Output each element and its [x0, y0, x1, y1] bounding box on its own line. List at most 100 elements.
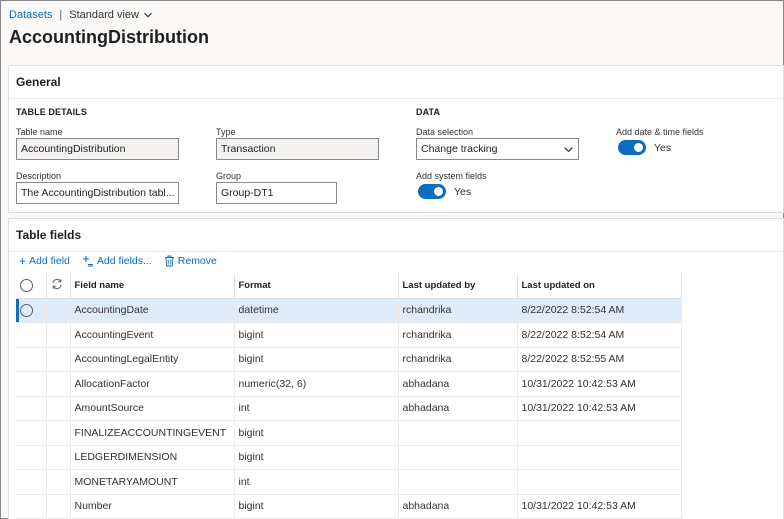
- last-updated-on-cell[interactable]: 8/22/2022 8:52:55 AM: [517, 347, 682, 372]
- row-select-cell[interactable]: [16, 298, 47, 323]
- last-updated-by-cell[interactable]: abhadana: [398, 371, 518, 397]
- table-details-heading: TABLE DETAILS: [16, 107, 87, 117]
- last-updated-by-cell[interactable]: rchandrika: [398, 298, 518, 323]
- view-selector-label: Standard view: [69, 9, 139, 21]
- trash-icon: [164, 255, 174, 267]
- format-cell[interactable]: datetime: [234, 298, 399, 323]
- last-updated-on-cell[interactable]: 8/22/2022 8:52:54 AM: [517, 298, 682, 323]
- refresh-header[interactable]: [46, 274, 71, 299]
- format-cell[interactable]: bigint: [234, 347, 399, 372]
- general-section: General TABLE DETAILS DATA Table name Ac…: [8, 65, 784, 213]
- table-row[interactable]: AccountingDate datetime rchandrika 8/22/202…: [16, 298, 682, 323]
- type-field[interactable]: Transaction: [216, 138, 379, 160]
- row-spacer-cell: [46, 420, 71, 446]
- description-label: Description: [16, 171, 62, 181]
- table-row[interactable]: AccountingEvent bigint rchandrika 8/22/2022…: [16, 322, 682, 348]
- row-select-cell[interactable]: [16, 347, 47, 372]
- row-spacer-cell: [46, 371, 71, 397]
- last-updated-by-cell[interactable]: [398, 445, 518, 470]
- table-row[interactable]: Number bigint abhadana 10/31/2022 10:42:53 …: [16, 494, 682, 519]
- add-date-time-label: Add date & time fields: [616, 127, 704, 137]
- last-updated-on-cell[interactable]: 10/31/2022 10:42:53 AM: [517, 396, 682, 421]
- field-name-cell[interactable]: AllocationFactor: [70, 371, 235, 397]
- chevron-down-icon: [564, 146, 573, 152]
- field-name-cell[interactable]: FINALIZEACCOUNTINGEVENT: [70, 420, 235, 446]
- last-updated-on-cell[interactable]: [517, 420, 682, 446]
- last-updated-by-cell[interactable]: abhadana: [398, 396, 518, 421]
- add-multiple-icon: [82, 256, 93, 267]
- format-cell[interactable]: bigint: [234, 445, 399, 470]
- select-all-header[interactable]: [16, 274, 47, 299]
- row-select-cell[interactable]: [16, 420, 47, 446]
- row-select-cell[interactable]: [16, 396, 47, 421]
- last-updated-by-cell[interactable]: rchandrika: [398, 322, 518, 348]
- column-header-format[interactable]: Format: [234, 274, 399, 299]
- table-row[interactable]: MONETARYAMOUNT int: [16, 469, 682, 495]
- field-name-cell[interactable]: MONETARYAMOUNT: [70, 469, 235, 495]
- row-spacer-cell: [46, 445, 71, 470]
- column-header-last-updated-on[interactable]: Last updated on: [517, 274, 682, 299]
- row-select-cell[interactable]: [16, 469, 47, 495]
- last-updated-on-cell[interactable]: 8/22/2022 8:52:54 AM: [517, 322, 682, 348]
- format-cell[interactable]: int: [234, 396, 399, 421]
- row-select-radio-icon[interactable]: [20, 303, 33, 317]
- format-cell[interactable]: int: [234, 469, 399, 495]
- refresh-icon[interactable]: [51, 278, 63, 290]
- add-field-button[interactable]: + Add field: [19, 255, 70, 267]
- last-updated-by-cell[interactable]: rchandrika: [398, 347, 518, 372]
- add-date-time-toggle-group: Yes: [618, 140, 671, 155]
- breadcrumb-separator: |: [59, 9, 63, 21]
- last-updated-on-cell[interactable]: [517, 469, 682, 495]
- field-name-cell[interactable]: Number: [70, 494, 235, 519]
- format-cell[interactable]: numeric(32, 6): [234, 371, 399, 397]
- table-row[interactable]: LEDGERDIMENSION bigint: [16, 445, 682, 470]
- row-select-cell[interactable]: [16, 371, 47, 397]
- row-select-cell[interactable]: [16, 445, 47, 470]
- format-cell[interactable]: bigint: [234, 494, 399, 519]
- last-updated-by-cell[interactable]: abhadana: [398, 494, 518, 519]
- table-fields-section-header[interactable]: Table fields: [9, 219, 783, 252]
- last-updated-by-cell[interactable]: [398, 469, 518, 495]
- description-field[interactable]: The AccountingDistribution tabl...: [16, 182, 179, 204]
- field-name-cell[interactable]: LEDGERDIMENSION: [70, 445, 235, 470]
- row-select-cell[interactable]: [16, 494, 47, 519]
- group-field[interactable]: Group-DT1: [216, 182, 337, 204]
- remove-button[interactable]: Remove: [164, 255, 217, 267]
- chevron-down-icon: [144, 12, 152, 18]
- breadcrumb-datasets-link[interactable]: Datasets: [9, 9, 52, 21]
- data-selection-dropdown[interactable]: Change tracking: [416, 138, 579, 160]
- field-name-cell[interactable]: AccountingEvent: [70, 322, 235, 348]
- select-all-radio-icon[interactable]: [20, 279, 33, 293]
- format-cell[interactable]: bigint: [234, 420, 399, 446]
- grid-header-row: Field name Format Last updated by Last u…: [16, 274, 682, 299]
- add-date-time-toggle[interactable]: [618, 140, 646, 155]
- table-row[interactable]: AllocationFactor numeric(32, 6) abhadana 10…: [16, 371, 682, 397]
- last-updated-by-cell[interactable]: [398, 420, 518, 446]
- group-label: Group: [216, 171, 242, 181]
- field-name-cell[interactable]: AccountingLegalEntity: [70, 347, 235, 372]
- last-updated-on-cell[interactable]: 10/31/2022 10:42:53 AM: [517, 371, 682, 397]
- general-section-header[interactable]: General: [9, 66, 783, 99]
- column-header-field-name[interactable]: Field name: [70, 274, 235, 299]
- row-select-cell[interactable]: [16, 322, 47, 348]
- add-fields-label: Add fields...: [96, 255, 152, 267]
- format-cell[interactable]: bigint: [234, 322, 399, 348]
- field-name-cell[interactable]: AccountingDate: [70, 298, 235, 323]
- remove-label: Remove: [177, 255, 217, 267]
- add-fields-button[interactable]: Add fields...: [82, 255, 152, 267]
- table-row[interactable]: FINALIZEACCOUNTINGEVENT bigint: [16, 420, 682, 446]
- table-fields-toolbar: + Add field Add fields... Remove: [19, 255, 217, 267]
- table-row[interactable]: AccountingLegalEntity bigint rchandrika 8/2…: [16, 347, 682, 372]
- last-updated-on-cell[interactable]: [517, 445, 682, 470]
- last-updated-on-cell[interactable]: 10/31/2022 10:42:53 AM: [517, 494, 682, 519]
- row-spacer-cell: [46, 347, 71, 372]
- table-fields-grid: Field name Format Last updated by Last u…: [16, 274, 682, 519]
- add-system-fields-toggle[interactable]: [418, 184, 446, 199]
- breadcrumb: Datasets | Standard view: [9, 7, 153, 23]
- column-header-last-updated-by[interactable]: Last updated by: [398, 274, 518, 299]
- plus-icon: +: [19, 254, 27, 268]
- table-name-field[interactable]: AccountingDistribution: [16, 138, 179, 160]
- field-name-cell[interactable]: AmountSource: [70, 396, 235, 421]
- table-row[interactable]: AmountSource int abhadana 10/31/2022 10:42:…: [16, 396, 682, 421]
- view-selector[interactable]: Standard view: [69, 9, 153, 21]
